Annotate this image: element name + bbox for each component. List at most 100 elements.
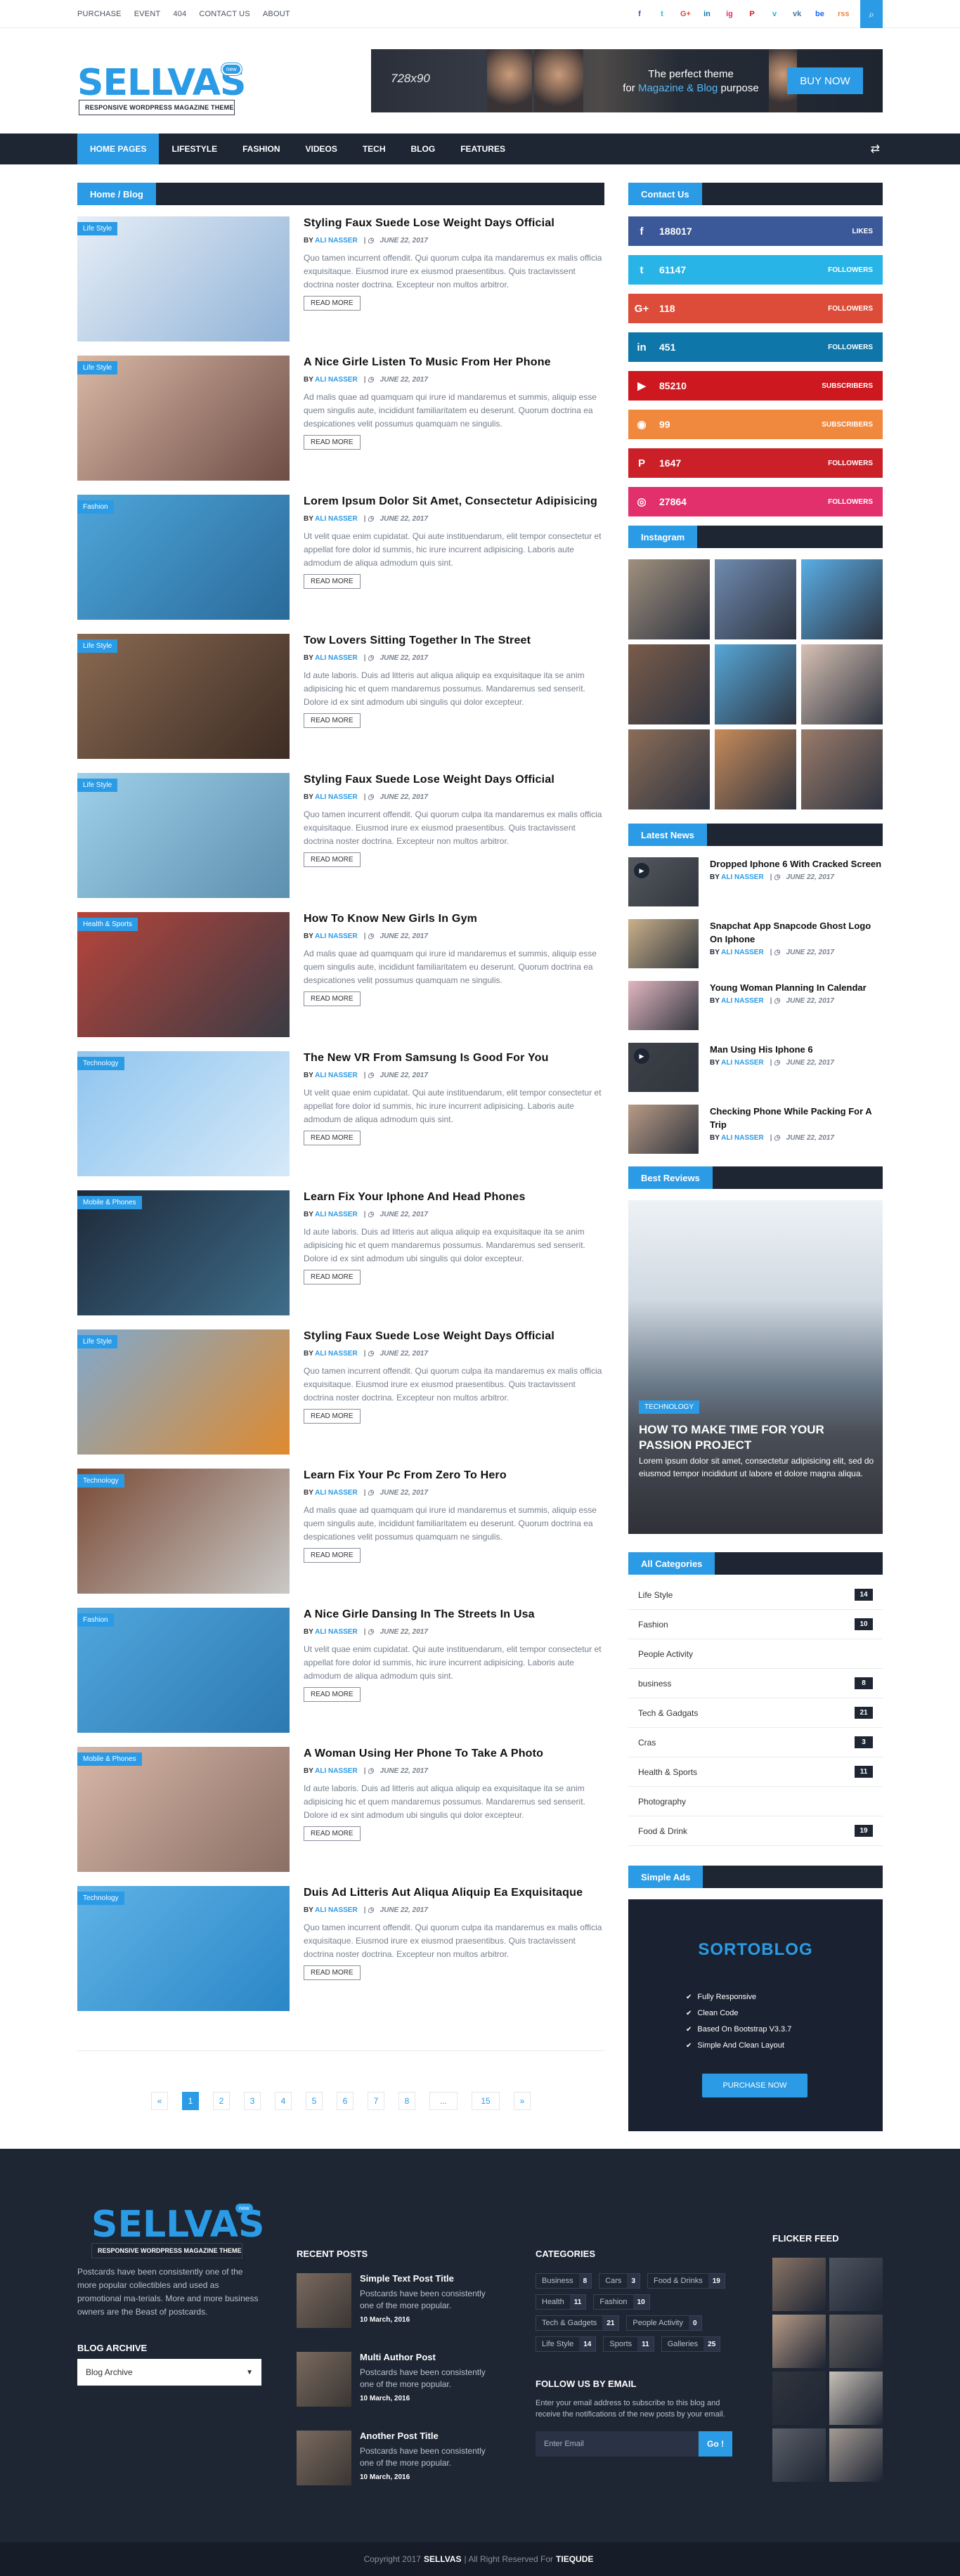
news-thumbnail[interactable] <box>628 981 699 1030</box>
pinterest-icon[interactable]: P <box>748 10 756 18</box>
post-author[interactable]: ALI NASSER <box>315 237 358 245</box>
post-category-badge[interactable]: Technology <box>77 1892 124 1905</box>
post-thumbnail[interactable]: Technology <box>77 1886 290 2011</box>
news-thumbnail[interactable]: ▶ <box>628 857 699 906</box>
instagram-photo[interactable] <box>715 644 796 724</box>
post-thumbnail[interactable]: Life Style <box>77 216 290 341</box>
read-more-button[interactable]: READ MORE <box>304 1826 361 1841</box>
instagram-photo[interactable] <box>801 729 883 809</box>
go-button[interactable]: Go ! <box>699 2431 732 2457</box>
post-title[interactable]: Styling Faux Suede Lose Weight Days Offi… <box>304 216 604 230</box>
news-thumbnail[interactable] <box>628 919 699 968</box>
read-more-button[interactable]: READ MORE <box>304 991 361 1006</box>
category-item[interactable]: Health & Sports 11 <box>628 1757 883 1787</box>
page-link[interactable]: 5 <box>306 2092 323 2110</box>
copyright-owner[interactable]: TIEQUDE <box>556 2554 593 2564</box>
category-tag[interactable]: People Activity 0 <box>626 2315 702 2331</box>
news-thumbnail[interactable]: ▶ <box>628 1043 699 1092</box>
review-card[interactable]: TECHNOLOGY HOW TO MAKE TIME FOR YOUR PAS… <box>628 1200 883 1534</box>
post-author[interactable]: ALI NASSER <box>315 1211 358 1218</box>
post-title[interactable]: Learn Fix Your Iphone And Head Phones <box>304 1190 604 1204</box>
flickr-photo[interactable] <box>772 2372 826 2425</box>
copyright-brand[interactable]: SELLVAS <box>424 2554 462 2564</box>
nav-features[interactable]: FEATURES <box>448 134 518 164</box>
page-link[interactable]: ... <box>429 2092 458 2110</box>
page-link[interactable]: 2 <box>213 2092 230 2110</box>
logo[interactable]: SELLVAS new RESPONSIVE WORDPRESS MAGAZIN… <box>77 49 253 115</box>
page-link[interactable]: 15 <box>472 2092 500 2110</box>
category-item[interactable]: People Activity <box>628 1639 883 1669</box>
social-counter-row[interactable]: t 61147 FOLLOWERS <box>628 255 883 285</box>
category-item[interactable]: Photography <box>628 1787 883 1816</box>
flickr-photo[interactable] <box>829 2428 883 2482</box>
recent-post-title[interactable]: Multi Author Post <box>360 2352 486 2362</box>
read-more-button[interactable]: READ MORE <box>304 713 361 728</box>
post-author[interactable]: ALI NASSER <box>315 1489 358 1497</box>
news-title[interactable]: Snapchat App Snapcode Ghost Logo On Ipho… <box>710 919 883 946</box>
news-thumbnail[interactable] <box>628 1105 699 1154</box>
category-tag[interactable]: Life Style 14 <box>536 2336 597 2352</box>
category-tag[interactable]: Fashion 10 <box>593 2294 650 2310</box>
social-counter-row[interactable]: in 451 FOLLOWERS <box>628 332 883 362</box>
linkedin-icon[interactable]: in <box>703 10 711 18</box>
category-tag[interactable]: Cars 3 <box>599 2273 640 2289</box>
recent-post-thumbnail[interactable] <box>297 2273 351 2328</box>
recent-post-thumbnail[interactable] <box>297 2431 351 2485</box>
page-link[interactable]: 7 <box>368 2092 384 2110</box>
nav-lifestyle[interactable]: LIFESTYLE <box>159 134 230 164</box>
review-title[interactable]: HOW TO MAKE TIME FOR YOUR PASSION PROJEC… <box>639 1422 871 1453</box>
page-link[interactable]: 1 <box>182 2092 199 2110</box>
post-author[interactable]: ALI NASSER <box>315 1767 358 1775</box>
post-author[interactable]: ALI NASSER <box>315 515 358 523</box>
post-author[interactable]: ALI NASSER <box>315 654 358 662</box>
purchase-now-button[interactable]: PURCHASE NOW <box>702 2074 807 2097</box>
instagram-photo[interactable] <box>801 644 883 724</box>
post-title[interactable]: Duis Ad Litteris Aut Aliqua Aliquip Ea E… <box>304 1886 604 1900</box>
news-title[interactable]: Dropped Iphone 6 With Cracked Screen <box>710 857 881 871</box>
post-author[interactable]: ALI NASSER <box>315 1350 358 1358</box>
read-more-button[interactable]: READ MORE <box>304 435 361 450</box>
category-tag[interactable]: Health 11 <box>536 2294 587 2310</box>
social-counter-row[interactable]: P 1647 FOLLOWERS <box>628 448 883 478</box>
read-more-button[interactable]: READ MORE <box>304 852 361 867</box>
header-ad-banner[interactable]: 728x90 The perfect theme for Magazine & … <box>371 49 883 112</box>
category-item[interactable]: Fashion 10 <box>628 1610 883 1639</box>
post-title[interactable]: Styling Faux Suede Lose Weight Days Offi… <box>304 1329 604 1344</box>
post-category-badge[interactable]: Health & Sports <box>77 918 138 931</box>
instagram-photo[interactable] <box>715 559 796 639</box>
news-author[interactable]: ALI NASSER <box>721 873 764 881</box>
page-link[interactable]: « <box>151 2092 168 2110</box>
post-title[interactable]: A Nice Girle Listen To Music From Her Ph… <box>304 356 604 370</box>
category-tag[interactable]: Galleries 25 <box>661 2336 721 2352</box>
post-title[interactable]: A Nice Girle Dansing In The Streets In U… <box>304 1608 604 1622</box>
play-icon[interactable]: ▶ <box>634 1048 649 1064</box>
social-counter-row[interactable]: ▶ 85210 SUBSCRIBERS <box>628 371 883 401</box>
rss-icon[interactable]: rss <box>838 10 850 18</box>
read-more-button[interactable]: READ MORE <box>304 1270 361 1284</box>
instagram-photo[interactable] <box>628 559 710 639</box>
post-author[interactable]: ALI NASSER <box>315 793 358 801</box>
post-title[interactable]: Learn Fix Your Pc From Zero To Hero <box>304 1469 604 1483</box>
nav-home-pages[interactable]: HOME PAGES <box>77 134 160 164</box>
social-counter-row[interactable]: ◉ 99 SUBSCRIBERS <box>628 410 883 439</box>
news-title[interactable]: Checking Phone While Packing For A Trip <box>710 1105 883 1131</box>
post-title[interactable]: The New VR From Samsung Is Good For You <box>304 1051 604 1065</box>
instagram-photo[interactable] <box>628 729 710 809</box>
instagram-icon[interactable]: ig <box>725 10 734 18</box>
behance-icon[interactable]: be <box>815 10 824 18</box>
nav-videos[interactable]: VIDEOS <box>292 134 349 164</box>
flickr-photo[interactable] <box>772 2315 826 2368</box>
shuffle-icon[interactable]: ⇄ <box>871 134 883 164</box>
news-title[interactable]: Man Using His Iphone 6 <box>710 1043 834 1056</box>
recent-post-title[interactable]: Another Post Title <box>360 2431 486 2441</box>
vk-icon[interactable]: vk <box>793 10 801 18</box>
buy-now-button[interactable]: BUY NOW <box>787 67 863 94</box>
page-link[interactable]: 4 <box>275 2092 292 2110</box>
twitter-icon[interactable]: t <box>658 10 666 18</box>
nav-tech[interactable]: TECH <box>350 134 398 164</box>
post-thumbnail[interactable]: Fashion <box>77 495 290 620</box>
category-tag[interactable]: Sports 11 <box>603 2336 654 2352</box>
post-title[interactable]: Styling Faux Suede Lose Weight Days Offi… <box>304 773 604 787</box>
read-more-button[interactable]: READ MORE <box>304 1131 361 1145</box>
flickr-photo[interactable] <box>829 2258 883 2311</box>
